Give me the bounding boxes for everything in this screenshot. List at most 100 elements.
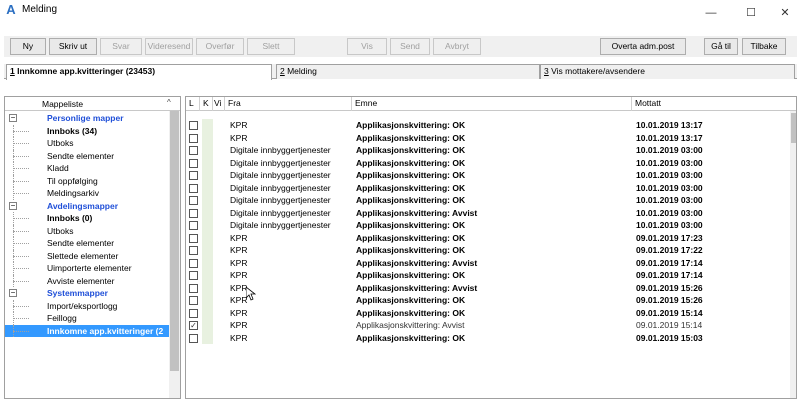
close-button[interactable]: ✕: [778, 6, 792, 20]
folder-item[interactable]: Sendte elementer: [5, 237, 169, 250]
transfer-button[interactable]: Overfør: [196, 38, 244, 55]
read-checkbox[interactable]: [189, 283, 198, 293]
folder-item[interactable]: − Avdelingsmapper: [5, 200, 169, 213]
read-checkbox[interactable]: ✓: [189, 321, 198, 330]
read-checkbox[interactable]: [189, 171, 198, 180]
folder-label: Personlige mapper: [47, 113, 124, 123]
read-checkbox[interactable]: [189, 271, 198, 280]
read-checkbox[interactable]: [189, 133, 198, 143]
column-header-received[interactable]: Mottatt: [632, 97, 790, 111]
go-to-button[interactable]: Gå til: [704, 38, 738, 55]
message-row[interactable]: Digitale innbyggertjenester Applikasjonsk…: [186, 156, 790, 169]
message-row[interactable]: KPR Applikasjonskvittering: OK 10.01.2019 …: [186, 119, 790, 132]
take-over-adm-post-button[interactable]: Overta adm.post: [600, 38, 686, 55]
message-row[interactable]: KPR Applikasjonskvittering: OK 09.01.2019 …: [186, 231, 790, 244]
read-checkbox[interactable]: [189, 121, 198, 130]
message-row[interactable]: KPR Applikasjonskvittering: OK 09.01.2019 …: [186, 269, 790, 282]
message-row[interactable]: Digitale innbyggertjenester Applikasjonsk…: [186, 169, 790, 182]
folder-item[interactable]: − Personlige mapper: [5, 112, 169, 125]
column-header-l[interactable]: L: [186, 97, 200, 111]
read-checkbox[interactable]: [189, 221, 198, 230]
folder-item[interactable]: Innboks (0): [5, 212, 169, 225]
read-checkbox[interactable]: [189, 233, 198, 243]
k-status-cell: [202, 181, 213, 194]
new-button[interactable]: Ny: [10, 38, 46, 55]
message-row[interactable]: Digitale innbyggertjenester Applikasjonsk…: [186, 144, 790, 157]
message-row[interactable]: Digitale innbyggertjenester Applikasjonsk…: [186, 181, 790, 194]
tab-recipients-senders[interactable]: 3 Vis mottakere/avsendere: [540, 64, 795, 79]
reply-button[interactable]: Svar: [100, 38, 142, 55]
from-cell: Digitale innbyggertjenester: [230, 182, 331, 193]
send-button[interactable]: Send: [390, 38, 430, 55]
folder-item[interactable]: Sendte elementer: [5, 149, 169, 162]
message-row[interactable]: KPR Applikasjonskvittering: Avvist 09.01.2…: [186, 256, 790, 269]
minimize-button[interactable]: —: [704, 6, 718, 20]
delete-button[interactable]: Slett: [247, 38, 295, 55]
cancel-button[interactable]: Avbryt: [433, 38, 481, 55]
message-row[interactable]: Digitale innbyggertjenester Applikasjonsk…: [186, 219, 790, 232]
folder-item[interactable]: Innboks (34): [5, 124, 169, 137]
from-cell: Digitale innbyggertjenester: [230, 170, 331, 180]
folder-item[interactable]: Utboks: [5, 137, 169, 150]
message-list-header: L K Vi Fra Emne Mottatt: [186, 97, 796, 111]
folder-label: Innboks (0): [47, 213, 93, 223]
read-checkbox[interactable]: [189, 208, 198, 218]
message-row[interactable]: KPR Applikasjonskvittering: Avvist 09.01.2…: [186, 281, 790, 294]
read-checkbox[interactable]: [189, 158, 198, 168]
message-row[interactable]: KPR Applikasjonskvittering: OK 09.01.2019 …: [186, 331, 790, 344]
message-row[interactable]: KPR Applikasjonskvittering: OK 10.01.2019 …: [186, 131, 790, 144]
view-button[interactable]: Vis: [347, 38, 387, 55]
folder-item[interactable]: Meldingsarkiv: [5, 187, 169, 200]
folder-item[interactable]: Avviste elementer: [5, 274, 169, 287]
maximize-button[interactable]: ☐: [744, 6, 758, 20]
column-header-v[interactable]: Vi: [213, 97, 225, 111]
from-cell: KPR: [230, 120, 248, 130]
read-checkbox[interactable]: [189, 258, 198, 268]
message-row[interactable]: KPR Applikasjonskvittering: OK 09.01.2019 …: [186, 294, 790, 307]
message-list-scrollbar[interactable]: [790, 111, 796, 398]
folder-item[interactable]: Slettede elementer: [5, 249, 169, 262]
folder-item[interactable]: Til oppfølging: [5, 174, 169, 187]
forward-button[interactable]: Videresend: [145, 38, 193, 55]
k-status-cell: [202, 156, 213, 169]
folder-item[interactable]: Kladd: [5, 162, 169, 175]
folder-item[interactable]: − Systemmapper: [5, 287, 169, 300]
column-header-subject[interactable]: Emne: [352, 97, 632, 111]
folder-label: Utboks: [47, 138, 74, 148]
folder-item[interactable]: Import/eksportlogg: [5, 299, 169, 312]
collapse-icon[interactable]: −: [9, 289, 17, 297]
message-row[interactable]: KPR Applikasjonskvittering: OK 09.01.2019 …: [186, 244, 790, 257]
read-checkbox[interactable]: [189, 333, 198, 343]
tab-message[interactable]: 2 Melding: [276, 64, 540, 79]
read-checkbox[interactable]: [189, 196, 198, 205]
tab-incoming-receipts[interactable]: 1 Innkomne app.kvitteringer (23453): [6, 64, 272, 80]
message-row[interactable]: ✓ KPR Applikasjonskvittering: Avvist 09.01.…: [186, 319, 790, 332]
folder-item[interactable]: Uimporterte elementer: [5, 262, 169, 275]
collapse-icon[interactable]: −: [9, 201, 17, 210]
read-checkbox[interactable]: [189, 308, 198, 318]
collapse-icon[interactable]: −: [9, 114, 17, 122]
read-checkbox[interactable]: [189, 183, 198, 193]
read-checkbox[interactable]: [189, 246, 198, 255]
k-status-cell: [202, 169, 213, 182]
folder-tree-header[interactable]: Mappeliste ^: [5, 97, 180, 111]
read-checkbox[interactable]: [189, 296, 198, 305]
message-row[interactable]: KPR Applikasjonskvittering: OK 09.01.2019 …: [186, 306, 790, 319]
column-header-k[interactable]: K: [200, 97, 213, 111]
print-button[interactable]: Skriv ut: [49, 38, 97, 55]
folder-item[interactable]: Innkomne app.kvitteringer (2: [5, 324, 169, 337]
folder-item[interactable]: Feillogg: [5, 312, 169, 325]
message-row[interactable]: Digitale innbyggertjenester Applikasjonsk…: [186, 206, 790, 219]
from-cell: KPR: [230, 232, 248, 243]
read-checkbox[interactable]: [189, 146, 198, 155]
scroll-thumb[interactable]: [170, 111, 179, 371]
scroll-thumb[interactable]: [791, 113, 796, 143]
folder-tree-scrollbar[interactable]: [169, 111, 180, 398]
k-status-cell: [202, 319, 213, 332]
folder-item[interactable]: Utboks: [5, 224, 169, 237]
message-row[interactable]: Digitale innbyggertjenester Applikasjonsk…: [186, 194, 790, 207]
toolbar: Ny Skriv ut Svar Videresend Overfør Slet…: [4, 36, 797, 57]
column-header-from[interactable]: Fra: [225, 97, 352, 111]
k-status-cell: [202, 294, 213, 307]
back-button[interactable]: Tilbake: [742, 38, 786, 55]
